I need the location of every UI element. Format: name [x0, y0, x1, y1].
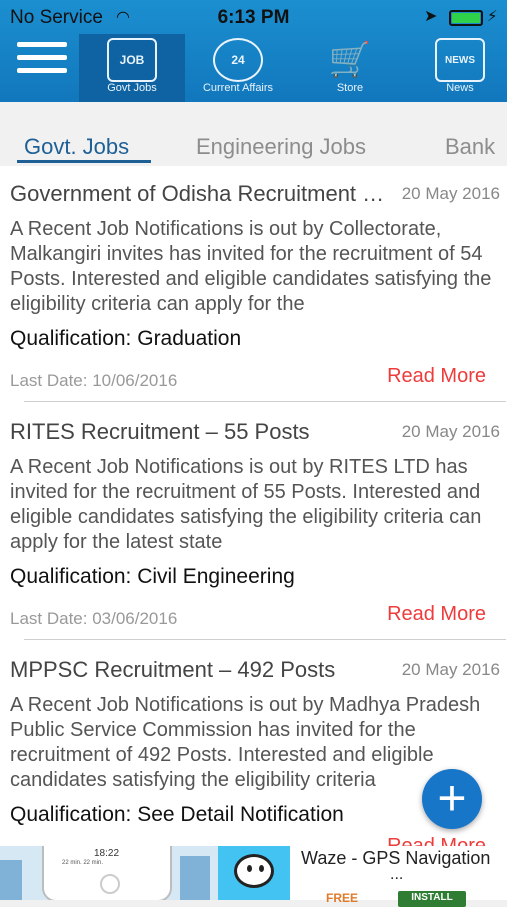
ad-phone-time: 18:22	[94, 848, 120, 859]
job-description: A Recent Job Notifications is out by Col…	[10, 218, 492, 315]
job-last-date: Last Date: 10/06/2016	[10, 371, 178, 390]
nav-item-current-affairs[interactable]: 24 Current Affairs	[185, 34, 291, 102]
job-card[interactable]: Government of Odisha Recruitment – 54 Po…	[0, 166, 507, 404]
charging-icon: ⚡	[487, 8, 498, 25]
ad-install-button[interactable]: INSTALL	[398, 891, 466, 907]
waze-logo-icon	[218, 846, 290, 900]
job-list: Government of Odisha Recruitment – 54 Po…	[0, 166, 507, 846]
jobs-icon: JOB	[107, 38, 157, 82]
nav-item-label: Govt Jobs	[107, 82, 157, 94]
app-header: No Service ◠ 6:13 PM ➤ ⚡ JOB Govt Jobs 2…	[0, 0, 507, 102]
tab-engineering-jobs[interactable]: Engineering Jobs	[196, 134, 366, 160]
active-tab-indicator	[17, 160, 151, 163]
ad-banner[interactable]: 18:22 22 min. 22 min. Waze - GPS Navigat…	[0, 846, 507, 907]
globe-24-icon: 24	[213, 38, 263, 82]
menu-icon[interactable]	[17, 42, 67, 78]
location-icon: ➤	[424, 8, 438, 25]
nav-item-label: Store	[336, 82, 364, 94]
job-title: RITES Recruitment – 55 Posts	[10, 419, 310, 444]
job-card[interactable]: RITES Recruitment – 55 Posts 20 May 2016…	[0, 404, 507, 642]
job-qualification: Qualification: See Detail Notification	[10, 803, 344, 826]
ad-phone-image: 18:22 22 min. 22 min.	[42, 846, 172, 900]
job-qualification: Qualification: Civil Engineering	[10, 565, 295, 588]
nav-item-label: News	[446, 82, 474, 94]
divider	[24, 401, 506, 402]
divider	[24, 639, 506, 640]
job-title: MPPSC Recruitment – 492 Posts	[10, 657, 336, 682]
read-more-link[interactable]: Read More	[387, 835, 486, 846]
job-date: 20 May 2016	[401, 184, 500, 203]
category-tabs: Govt. Jobs Engineering Jobs Bank	[0, 102, 507, 166]
tab-govt-jobs[interactable]: Govt. Jobs	[24, 134, 129, 160]
nav-item-store[interactable]: 🛒 Store	[297, 34, 403, 102]
cart-icon: 🛒	[328, 41, 372, 79]
nav-item-news[interactable]: NEWS News	[407, 34, 507, 102]
ad-phone-detail: 22 min. 22 min.	[62, 860, 104, 866]
phone-home-button-icon	[100, 874, 120, 894]
nav-item-label: Current Affairs	[202, 82, 274, 94]
job-description: A Recent Job Notifications is out by RIT…	[10, 456, 482, 553]
top-navigation: JOB Govt Jobs 24 Current Affairs 🛒 Store…	[0, 34, 507, 102]
battery-icon	[449, 10, 483, 26]
status-bar: No Service ◠ 6:13 PM ➤ ⚡	[0, 0, 507, 34]
job-last-date: Last Date: 03/06/2016	[10, 609, 178, 628]
job-date: 20 May 2016	[401, 660, 500, 679]
read-more-link[interactable]: Read More	[387, 603, 486, 626]
ad-price: FREE	[326, 891, 359, 905]
newspaper-icon: NEWS	[435, 38, 485, 82]
job-qualification: Qualification: Graduation	[10, 327, 242, 350]
ad-screenshot: 18:22 22 min. 22 min.	[0, 846, 218, 900]
job-title: Government of Odisha Recruitment – 54 Po…	[10, 181, 390, 206]
read-more-link[interactable]: Read More	[387, 365, 486, 388]
nav-item-govt-jobs[interactable]: JOB Govt Jobs	[79, 34, 185, 102]
job-date: 20 May 2016	[401, 422, 500, 441]
tab-bank[interactable]: Bank	[445, 134, 495, 160]
add-button[interactable]: +	[422, 769, 482, 829]
ad-subtitle: ...	[390, 866, 404, 883]
